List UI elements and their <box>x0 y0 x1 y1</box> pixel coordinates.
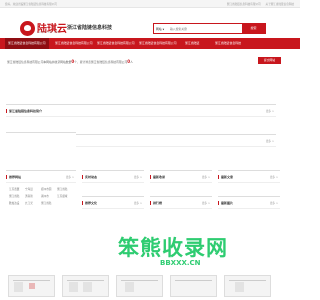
latest-panel: 最新收录 更多 > <box>150 170 212 183</box>
panel-title: 推荐文化 <box>85 201 98 205</box>
more-link[interactable]: 更多 > <box>134 201 142 205</box>
search-input[interactable] <box>170 25 240 32</box>
brand-domain: LUQIYUN.CN <box>37 31 60 34</box>
more-link[interactable]: 更多 > <box>134 175 142 179</box>
photos-panel: 最新图片 更多 > <box>218 196 280 209</box>
search-bar: 网站▼ 搜索 <box>153 23 266 34</box>
ranking-panel: 排行榜 更多 > <box>150 196 212 209</box>
panel-header: 最新收录 更多 > <box>150 171 212 183</box>
accent-bar <box>82 175 83 179</box>
site-link[interactable]: 雅加达设 <box>9 201 19 205</box>
accent-bar <box>6 109 7 113</box>
cloud-logo-icon[interactable] <box>20 21 35 36</box>
accent-bar <box>218 201 219 205</box>
accent-bar <box>150 201 151 205</box>
accent-bar <box>82 201 83 205</box>
image-block <box>235 282 244 292</box>
panel-title: 推荐网站 <box>9 175 22 179</box>
articles-panel: 最新文章 更多 > <box>218 170 280 183</box>
panel-title: 排行榜 <box>153 201 163 205</box>
nav-item-2[interactable]: 浙江省陆链信息科技有限公司 <box>52 38 96 49</box>
more-link[interactable]: 更多 > <box>270 201 278 205</box>
line <box>67 280 104 281</box>
culture-panel: 推荐文化 更多 > <box>82 196 144 209</box>
recommended-sites-panel: 推荐网站 更多 > 江苏宽翼 宁海县 郑州市园 浙江省陆 浙江省陆 济南新 湖州… <box>6 170 76 258</box>
more-link[interactable]: 更多 > <box>266 109 274 113</box>
line <box>13 280 50 281</box>
more-link[interactable]: 更多 > <box>270 175 278 179</box>
panel-title: 浙江省陆链信息科技简介 <box>9 109 43 113</box>
nav-item-4[interactable]: 浙江省陆链信息科技有限公司 <box>136 38 180 49</box>
site-link[interactable]: 浙江省陆 <box>57 187 67 191</box>
more-link[interactable]: 更多 > <box>66 175 74 179</box>
search-scope-label: 网站 <box>156 27 162 31</box>
site-link[interactable]: 济南新 <box>25 194 33 198</box>
more-link[interactable]: 更多 > <box>266 139 274 143</box>
header: 陆琪云 LUQIYUN.CN 浙江省陆链信息科技 网站▼ 搜索 <box>0 8 300 38</box>
top-link-about[interactable]: 关于浙江省陆链信息科技 <box>265 3 294 6</box>
more-link[interactable]: 更多 > <box>202 201 210 205</box>
site-link[interactable]: 九江光 <box>25 201 33 205</box>
line <box>229 280 266 281</box>
stats-text: 浙江省陆链信息科技有限公司本网站共收录网站数量0个，累计浏览浙江省陆链信息科技有… <box>7 59 133 64</box>
thumbnail[interactable] <box>170 275 217 297</box>
panel-header: 实时动态 更多 > <box>82 171 144 183</box>
site-stats: 浙江省陆链信息科技有限公司本网站共收录网站数量0个，累计浏览浙江省陆链信息科技有… <box>0 49 300 70</box>
panel-title: 最新收录 <box>153 175 166 179</box>
panel-header: 排行榜 更多 > <box>150 197 212 209</box>
thumbnail[interactable] <box>224 275 271 297</box>
line <box>175 280 212 281</box>
news-panel: 实时动态 更多 > <box>82 170 144 183</box>
panel-title: 实时动态 <box>85 175 98 179</box>
site-link[interactable]: 江苏宽翼 <box>9 187 19 191</box>
top-bar: 您好，欢迎光临浙江省陆链信息科技有限公司 浙江省陆链信息科技有限公司 关于浙江省… <box>0 0 300 8</box>
site-link[interactable]: 浙江省陆 <box>9 194 19 198</box>
image-block <box>14 282 23 292</box>
chevron-down-icon: ▼ <box>162 29 165 31</box>
site-link[interactable]: 湖州市 <box>41 194 49 198</box>
panel-header: 最新图片 更多 > <box>218 197 280 209</box>
panel-header: 浙江省陆链信息科技简介 更多 > <box>6 105 276 117</box>
panel-title: 最新文章 <box>221 175 234 179</box>
main-nav: 浙江省陆链信息科技有限公司 浙江省陆链信息科技有限公司 浙江省陆链信息科技有限公… <box>0 38 300 49</box>
nav-item-3[interactable]: 浙江省陆链信息科技有限公司 <box>94 38 138 49</box>
more-link[interactable]: 更多 > <box>202 175 210 179</box>
image-block <box>29 283 35 289</box>
thumbnail[interactable] <box>8 275 55 297</box>
thumbnail[interactable] <box>62 275 109 297</box>
site-link[interactable]: 浙江省陆 <box>41 201 51 205</box>
site-link[interactable]: 郑州市园 <box>41 187 51 191</box>
panel-title: 最新图片 <box>221 201 234 205</box>
search-button[interactable]: 搜索 <box>242 24 265 33</box>
nav-item-5[interactable]: 浙江省陆链 <box>182 38 202 49</box>
nav-item-1[interactable]: 浙江省陆链信息科技有限公司 <box>5 38 49 49</box>
image-block <box>69 282 78 292</box>
watermark-text: 笨熊收录网 <box>118 236 228 260</box>
top-links: 浙江省陆链信息科技有限公司 关于浙江省陆链信息科技 <box>223 2 294 6</box>
site-link[interactable]: 江苏盛域 <box>57 194 67 198</box>
bottom-gallery <box>0 269 300 300</box>
search-scope-select[interactable]: 网站▼ <box>155 26 169 32</box>
panel-header: 最新文章 更多 > <box>218 171 280 183</box>
accent-bar <box>218 175 219 179</box>
intro-panel: 浙江省陆链信息科技简介 更多 > <box>6 104 276 124</box>
welcome-text: 您好，欢迎光临浙江省陆链信息科技有限公司 <box>5 3 57 6</box>
panel-header: 推荐文化 更多 > <box>82 197 144 209</box>
site-title: 浙江省陆链信息科技 <box>67 25 113 31</box>
image-block <box>83 282 92 292</box>
site-link[interactable]: 宁海县 <box>25 187 33 191</box>
thumbnail[interactable] <box>116 275 163 297</box>
line <box>121 280 158 281</box>
panel-header: 推荐网站 更多 > <box>6 171 76 183</box>
top-link-company[interactable]: 浙江省陆链信息科技有限公司 <box>227 3 261 6</box>
nav-item-6[interactable]: 浙江省陆链信息科技 <box>212 38 244 49</box>
accent-bar <box>150 175 151 179</box>
image-block <box>125 282 134 292</box>
accent-bar <box>6 175 7 179</box>
submit-site-button[interactable]: 提交网站 <box>258 57 281 64</box>
watermark-url: BBXXX.CN <box>160 259 201 267</box>
